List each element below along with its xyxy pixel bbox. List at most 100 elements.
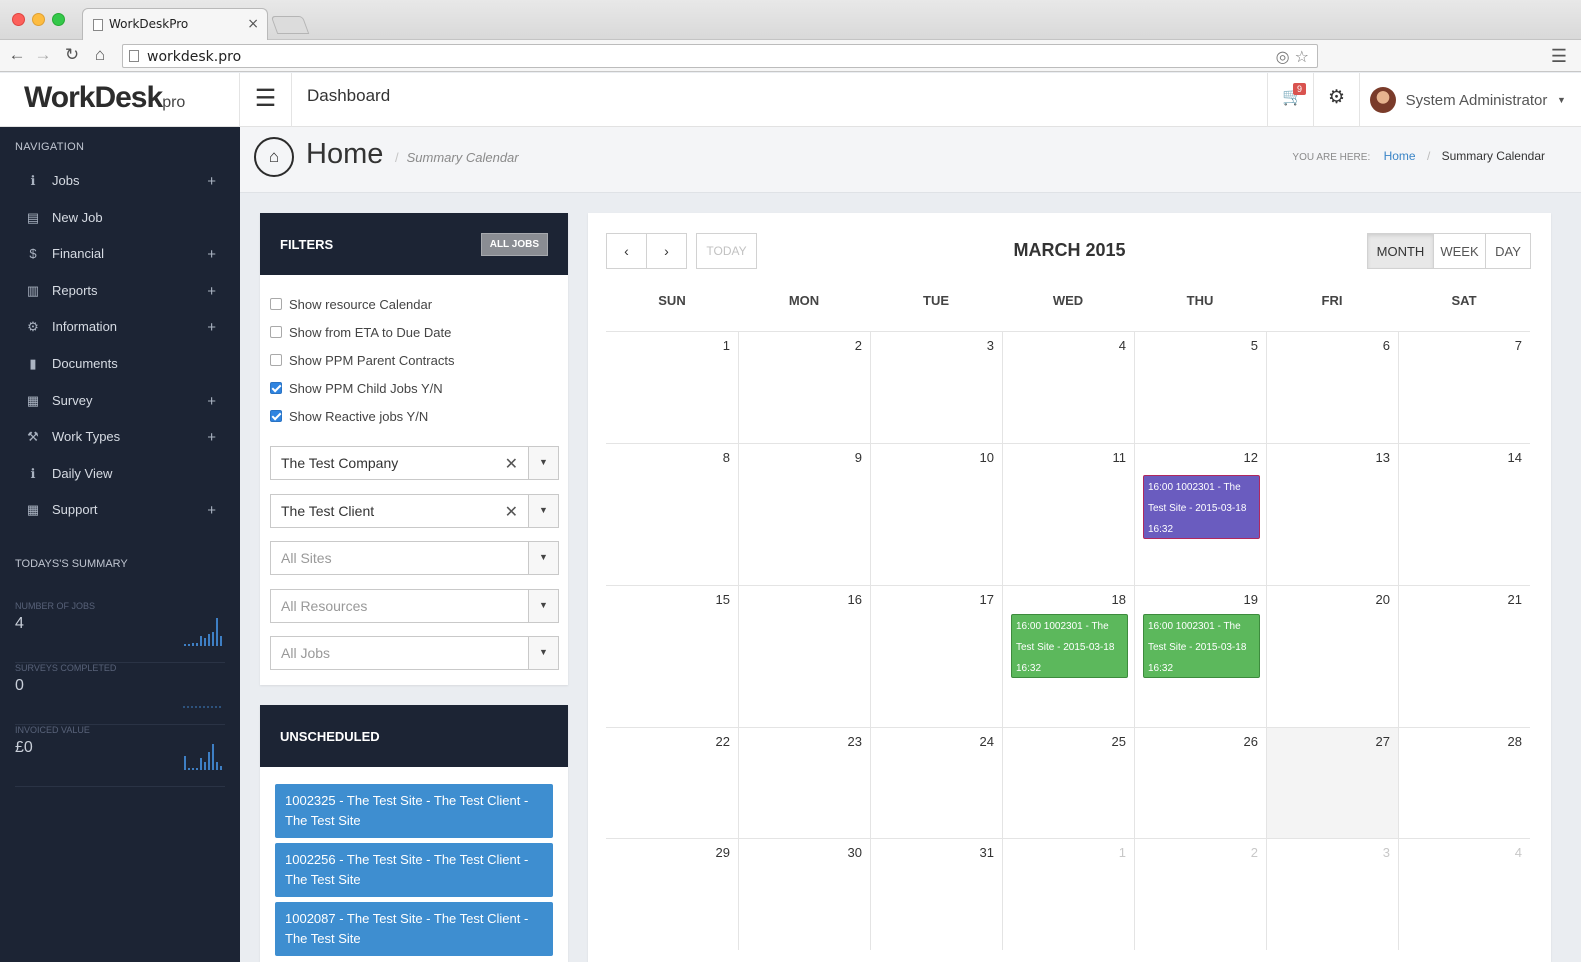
expand-plus-icon[interactable]: + bbox=[207, 173, 216, 190]
calendar-day-cell[interactable]: 14 bbox=[1398, 444, 1530, 586]
calendar-day-cell[interactable]: 1 bbox=[606, 332, 738, 444]
filter-checkbox-row[interactable]: Show PPM Parent Contracts bbox=[270, 353, 568, 381]
browser-menu-icon[interactable]: ☰ bbox=[1551, 46, 1567, 67]
maximize-window-button[interactable] bbox=[52, 13, 65, 26]
calendar-day-cell[interactable]: 24 bbox=[870, 728, 1002, 839]
calendar-day-cell[interactable]: 1 bbox=[1002, 839, 1134, 950]
sidebar-item-information[interactable]: ⚙ Information + bbox=[0, 311, 240, 347]
client-select[interactable]: The Test Client ✕ ▼ bbox=[270, 494, 559, 528]
close-tab-icon[interactable]: × bbox=[247, 16, 259, 32]
calendar-day-cell[interactable]: 5 bbox=[1134, 332, 1266, 444]
user-menu[interactable]: System Administrator ▼ bbox=[1359, 73, 1581, 127]
unscheduled-job[interactable]: 1002325 - The Test Site - The Test Clien… bbox=[275, 784, 553, 838]
calendar-day-cell[interactable]: 20 bbox=[1266, 586, 1398, 728]
calendar-day-cell[interactable]: 25 bbox=[1002, 728, 1134, 839]
sidebar-item-documents[interactable]: ▮ Documents bbox=[0, 348, 240, 384]
sidebar-item-reports[interactable]: ▥ Reports + bbox=[0, 275, 240, 311]
home-icon[interactable]: ⌂ bbox=[89, 45, 111, 65]
calendar-day-cell[interactable]: 7 bbox=[1398, 332, 1530, 444]
calendar-day-cell[interactable]: 12 16:00 1002301 - The Test Site - 2015-0… bbox=[1134, 444, 1266, 586]
calendar-event[interactable]: 16:00 1002301 - The Test Site - 2015-03-… bbox=[1143, 475, 1260, 539]
minimize-window-button[interactable] bbox=[32, 13, 45, 26]
filter-checkbox-row[interactable]: Show from ETA to Due Date bbox=[270, 325, 568, 353]
calendar-day-cell[interactable]: 27 bbox=[1266, 728, 1398, 839]
checkbox[interactable] bbox=[270, 326, 282, 338]
calendar-day-cell[interactable]: 23 bbox=[738, 728, 870, 839]
expand-plus-icon[interactable]: + bbox=[207, 429, 216, 446]
calendar-day-cell[interactable]: 3 bbox=[1266, 839, 1398, 950]
logo[interactable]: WorkDeskpro bbox=[0, 73, 240, 127]
filter-checkbox-row[interactable]: Show PPM Child Jobs Y/N bbox=[270, 381, 568, 409]
calendar-day-cell[interactable]: 4 bbox=[1002, 332, 1134, 444]
expand-plus-icon[interactable]: + bbox=[207, 393, 216, 410]
company-select[interactable]: The Test Company ✕ ▼ bbox=[270, 446, 559, 480]
unscheduled-job[interactable]: 1002087 - The Test Site - The Test Clien… bbox=[275, 902, 553, 956]
expand-plus-icon[interactable]: + bbox=[207, 319, 216, 336]
bookmark-star-icon[interactable]: ◎ ☆ bbox=[1276, 47, 1309, 66]
jobs-select[interactable]: All Jobs ▼ bbox=[270, 636, 559, 670]
calendar-day-cell[interactable]: 9 bbox=[738, 444, 870, 586]
checkbox[interactable] bbox=[270, 382, 282, 394]
calendar-day-cell[interactable]: 6 bbox=[1266, 332, 1398, 444]
expand-plus-icon[interactable]: + bbox=[207, 502, 216, 519]
calendar-day-cell[interactable]: 29 bbox=[606, 839, 738, 950]
calendar-day-cell[interactable]: 19 16:00 1002301 - The Test Site - 2015-0… bbox=[1134, 586, 1266, 728]
filter-checkbox-row[interactable]: Show Reactive jobs Y/N bbox=[270, 409, 568, 437]
sidebar-item-support[interactable]: ▦ Support + bbox=[0, 494, 240, 530]
calendar-day-cell[interactable]: 30 bbox=[738, 839, 870, 950]
expand-plus-icon[interactable]: + bbox=[207, 283, 216, 300]
calendar-event[interactable]: 16:00 1002301 - The Test Site - 2015-03-… bbox=[1143, 614, 1260, 678]
browser-tab[interactable]: WorkDeskPro × bbox=[82, 8, 268, 40]
calendar-day-cell[interactable]: 16 bbox=[738, 586, 870, 728]
calendar-day-cell[interactable]: 3 bbox=[870, 332, 1002, 444]
calendar-day-cell[interactable]: 17 bbox=[870, 586, 1002, 728]
calendar-day-cell[interactable]: 10 bbox=[870, 444, 1002, 586]
calendar-event[interactable]: 16:00 1002301 - The Test Site - 2015-03-… bbox=[1011, 614, 1128, 678]
chevron-down-icon[interactable]: ▼ bbox=[528, 447, 558, 479]
cart-button[interactable]: 🛒 9 bbox=[1267, 73, 1313, 127]
sidebar-item-work-types[interactable]: ⚒ Work Types + bbox=[0, 421, 240, 457]
calendar-day-cell[interactable]: 28 bbox=[1398, 728, 1530, 839]
breadcrumb-home-link[interactable]: Home bbox=[1384, 149, 1416, 163]
calendar-day-cell[interactable]: 2 bbox=[738, 332, 870, 444]
unscheduled-job[interactable]: 1002256 - The Test Site - The Test Clien… bbox=[275, 843, 553, 897]
calendar-day-cell[interactable]: 21 bbox=[1398, 586, 1530, 728]
checkbox[interactable] bbox=[270, 298, 282, 310]
month-view-button[interactable]: MONTH bbox=[1367, 233, 1434, 269]
sidebar-toggle-icon[interactable]: ☰ bbox=[240, 73, 292, 127]
sites-select[interactable]: All Sites ▼ bbox=[270, 541, 559, 575]
address-bar[interactable]: workdesk.pro ◎ ☆ bbox=[122, 44, 1318, 68]
close-window-button[interactable] bbox=[12, 13, 25, 26]
chevron-down-icon[interactable]: ▼ bbox=[528, 495, 558, 527]
calendar-day-cell[interactable]: 11 bbox=[1002, 444, 1134, 586]
calendar-day-cell[interactable]: 13 bbox=[1266, 444, 1398, 586]
sidebar-item-jobs[interactable]: ℹ Jobs + bbox=[0, 165, 240, 201]
expand-plus-icon[interactable]: + bbox=[207, 246, 216, 263]
sidebar-item-daily-view[interactable]: ℹ Daily View bbox=[0, 458, 240, 494]
all-jobs-button[interactable]: ALL JOBS bbox=[480, 233, 548, 256]
new-tab-button[interactable] bbox=[270, 16, 310, 34]
calendar-day-cell[interactable]: 2 bbox=[1134, 839, 1266, 950]
day-view-button[interactable]: DAY bbox=[1485, 233, 1531, 269]
calendar-day-cell[interactable]: 15 bbox=[606, 586, 738, 728]
calendar-day-cell[interactable]: 18 16:00 1002301 - The Test Site - 2015-0… bbox=[1002, 586, 1134, 728]
checkbox[interactable] bbox=[270, 410, 282, 422]
calendar-day-cell[interactable]: 4 bbox=[1398, 839, 1530, 950]
chevron-down-icon[interactable]: ▼ bbox=[528, 590, 558, 622]
reload-icon[interactable]: ↻ bbox=[61, 45, 83, 65]
calendar-day-cell[interactable]: 31 bbox=[870, 839, 1002, 950]
week-view-button[interactable]: WEEK bbox=[1433, 233, 1486, 269]
calendar-day-cell[interactable]: 22 bbox=[606, 728, 738, 839]
filter-checkbox-row[interactable]: Show resource Calendar bbox=[270, 297, 568, 325]
sidebar-item-new-job[interactable]: ▤ New Job bbox=[0, 202, 240, 238]
chevron-down-icon[interactable]: ▼ bbox=[528, 542, 558, 574]
clear-client-icon[interactable]: ✕ bbox=[505, 502, 518, 522]
resources-select[interactable]: All Resources ▼ bbox=[270, 589, 559, 623]
clear-company-icon[interactable]: ✕ bbox=[505, 454, 518, 474]
calendar-day-cell[interactable]: 8 bbox=[606, 444, 738, 586]
back-arrow-icon[interactable]: ← bbox=[6, 45, 28, 65]
chevron-down-icon[interactable]: ▼ bbox=[528, 637, 558, 669]
calendar-day-cell[interactable]: 26 bbox=[1134, 728, 1266, 839]
checkbox[interactable] bbox=[270, 354, 282, 366]
settings-gear-icon[interactable]: ⚙ bbox=[1313, 73, 1359, 127]
